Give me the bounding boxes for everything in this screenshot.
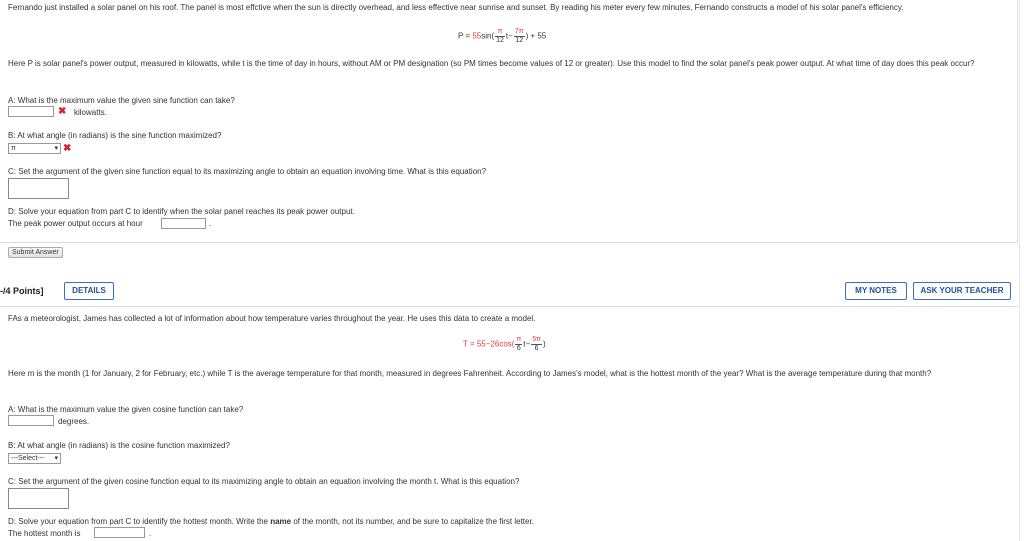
q1-partA-input[interactable] bbox=[8, 106, 54, 117]
formula-frac1: π 12 bbox=[495, 28, 505, 45]
chevron-down-icon: ▾ bbox=[54, 145, 58, 152]
frac2-den: 6 bbox=[534, 345, 539, 352]
frac2-den: 12 bbox=[515, 37, 524, 44]
q1-partD-label: D: Solve your equation from part C to id… bbox=[8, 207, 355, 216]
q2-partB-selected: ---Select--- bbox=[11, 455, 45, 462]
formula-mid: t− bbox=[523, 339, 531, 349]
q1-partB-selected: π bbox=[11, 145, 16, 152]
formula-mid: t− bbox=[505, 31, 513, 41]
q1-partB-select[interactable]: π ▾ bbox=[8, 143, 61, 154]
q1-partA-label: A: What is the maximum value the given s… bbox=[8, 96, 235, 105]
q2-partD-label: D: Solve your equation from part C to id… bbox=[8, 517, 534, 526]
q2-points: -/4 Points] bbox=[0, 286, 44, 296]
q2-partD-label-bold: name bbox=[270, 517, 292, 526]
formula-rhs: ) bbox=[542, 339, 546, 349]
q2-partD-suffix: . bbox=[149, 529, 152, 538]
q2-intro: FAs a meteorologist, James has collected… bbox=[8, 314, 536, 323]
q1-partA-unit: kilowatts. bbox=[74, 108, 107, 117]
formula-coef: 55 bbox=[472, 31, 482, 41]
frac1-num: π bbox=[495, 28, 505, 37]
frac2-num: 7π bbox=[513, 28, 525, 37]
q2-formula: T = 55−26cos(π 6 t− 5π 6) bbox=[463, 336, 546, 353]
q2-partC-label: C: Set the argument of the given cosine … bbox=[8, 477, 520, 486]
my-notes-button[interactable]: MY NOTES bbox=[845, 282, 907, 300]
q1-partD-suffix: . bbox=[209, 219, 212, 228]
q2-partA-label: A: What is the maximum value the given c… bbox=[8, 405, 244, 414]
formula-frac2: 5π 6 bbox=[531, 336, 542, 353]
q2-partB-select[interactable]: ---Select--- ▾ bbox=[8, 453, 61, 464]
q1-partC-label: C: Set the argument of the given sine fu… bbox=[8, 167, 487, 176]
q1-formula: P = 55sin(π 12 t− 7π 12) + 55 bbox=[458, 28, 546, 45]
formula-lhs: P = bbox=[458, 31, 471, 41]
q2-partD-label-post: of the month, not its number, and be sur… bbox=[291, 517, 534, 526]
formula-lhs: T = 55−26cos( bbox=[463, 339, 515, 349]
submit-answer-button[interactable]: Submit Answer bbox=[8, 247, 63, 258]
q2-partC-answer-box[interactable] bbox=[8, 488, 69, 509]
q1-intro: Fernando just installed a solar panel on… bbox=[8, 3, 904, 12]
formula-frac1: π6 bbox=[515, 336, 523, 353]
right-divider bbox=[1019, 0, 1020, 541]
details-button[interactable]: DETAILS bbox=[64, 282, 114, 300]
q1-partB-label: B: At what angle (in radians) is the sin… bbox=[8, 131, 222, 140]
x-mark-icon: ✖ bbox=[58, 106, 67, 117]
frac1-den: 6 bbox=[516, 345, 521, 352]
x-mark-icon: ✖ bbox=[63, 143, 72, 154]
frac1-den: 12 bbox=[496, 37, 504, 44]
frac2-num: 5π bbox=[531, 336, 542, 345]
formula-fn: sin( bbox=[481, 31, 495, 41]
q1-partC-answer-box[interactable] bbox=[8, 178, 69, 199]
formula-rhs: ) + 55 bbox=[525, 31, 547, 41]
q2-description: Here m is the month (1 for January, 2 fo… bbox=[8, 369, 932, 378]
q2-partD-label-pre: D: Solve your equation from part C to id… bbox=[8, 517, 271, 526]
ask-your-teacher-button[interactable]: ASK YOUR TEACHER bbox=[913, 282, 1011, 300]
q1-description: Here P is solar panel's power output, me… bbox=[8, 59, 975, 68]
q1-partD-prefix: The peak power output occurs at hour bbox=[8, 219, 143, 228]
q2-partD-input[interactable] bbox=[94, 527, 145, 538]
q2-partA-input[interactable] bbox=[8, 415, 54, 426]
frac1-num: π bbox=[515, 336, 523, 345]
q2-partB-label: B: At what angle (in radians) is the cos… bbox=[8, 441, 230, 450]
q2-partD-prefix: The hottest month is bbox=[8, 529, 81, 538]
q2-partA-unit: degrees. bbox=[58, 417, 90, 426]
chevron-down-icon: ▾ bbox=[54, 455, 58, 462]
formula-frac2: 7π 12 bbox=[513, 28, 525, 45]
q1-partD-input[interactable] bbox=[161, 218, 206, 229]
